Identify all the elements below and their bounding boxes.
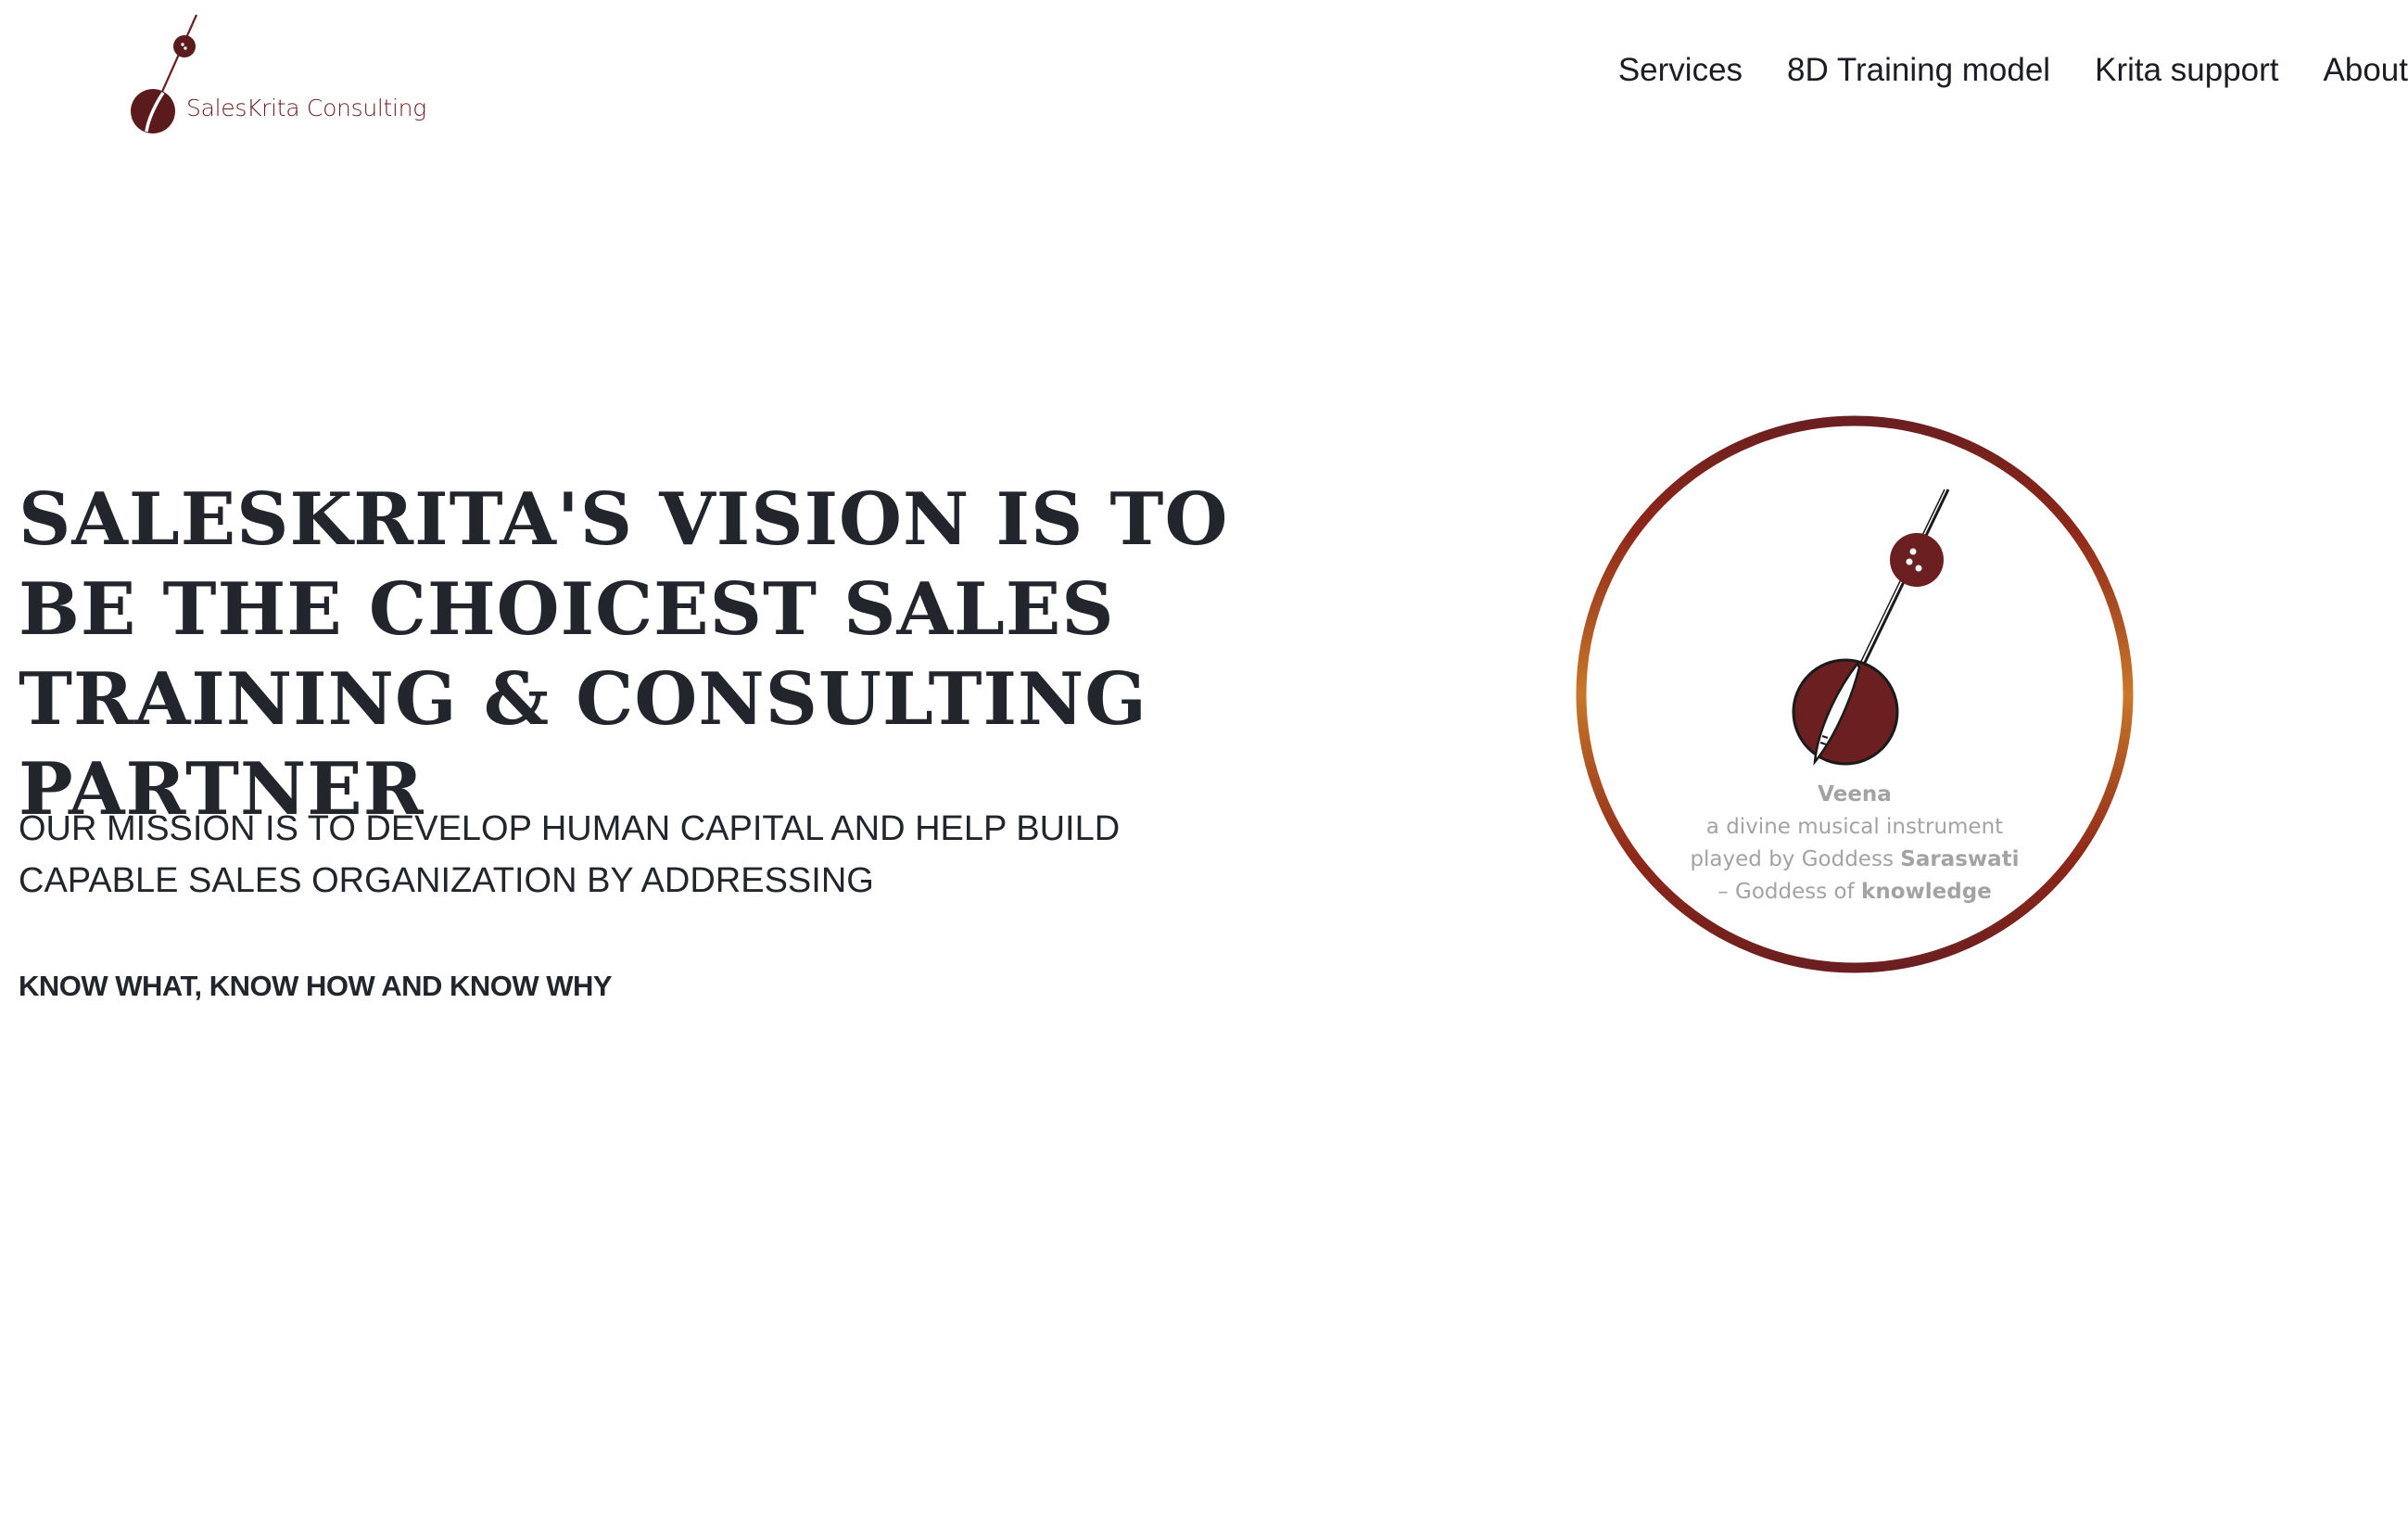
caption-line-1: a divine musical instrument: [1705, 815, 2004, 839]
caption-line-3-text: – Goddess of: [1717, 880, 1862, 904]
nav-item-services[interactable]: Services: [1618, 52, 1743, 89]
vision-heading: SALESKRITA'S VISION IS TO BE THE CHOICES…: [19, 477, 1229, 832]
caption-title: Veena: [1818, 782, 1892, 806]
nav-item-about[interactable]: About: [2324, 52, 2408, 89]
caption-knowledge: knowledge: [1861, 880, 1992, 904]
tagline: KNOW WHAT, KNOW HOW AND KNOW WHY: [19, 970, 613, 1002]
emblem-caption: Veena a divine musical instrument played…: [1572, 779, 2137, 908]
brand-name[interactable]: SalesKrita Consulting: [186, 95, 426, 121]
nav-item-8d-training-model[interactable]: 8D Training model: [1787, 52, 2050, 89]
caption-saraswati: Saraswati: [1900, 847, 2020, 871]
caption-line-2: played by Goddess Saraswati: [1572, 844, 2137, 876]
nav-item-krita-support[interactable]: Krita support: [2095, 52, 2278, 89]
mission-statement: OUR MISSION IS TO DEVELOP HUMAN CAPITAL …: [19, 809, 1121, 900]
veena-logo-icon[interactable]: [122, 11, 400, 141]
main-nav: Services 8D Training model Krita support…: [1574, 52, 2408, 89]
caption-line-2-text: played by Goddess: [1690, 847, 1901, 871]
caption-line-3: – Goddess of knowledge: [1572, 876, 2137, 908]
